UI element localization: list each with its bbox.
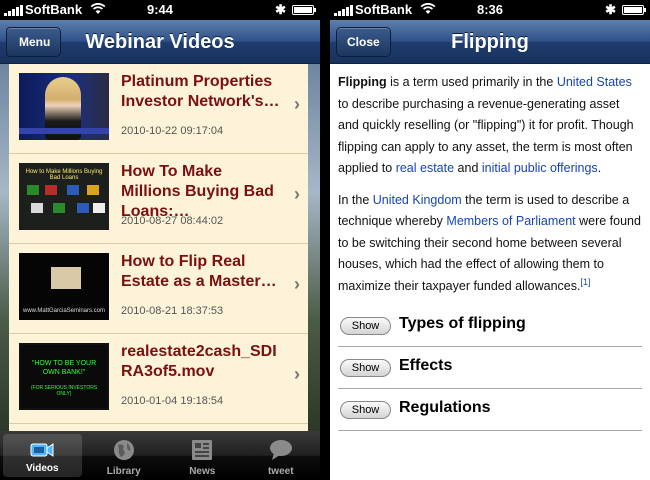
section-title: Regulations — [399, 399, 491, 416]
article-text: is a term used primarily in the — [386, 75, 557, 89]
speech-bubble-icon — [269, 439, 293, 461]
chevron-right-icon: › — [294, 364, 300, 384]
video-camera-icon — [30, 439, 54, 461]
page-title: Webinar Videos — [85, 31, 235, 53]
video-date: 2010-10-22 09:17:04 — [121, 125, 224, 137]
clock: 9:44 — [146, 2, 174, 17]
link-members-of-parliament[interactable]: Members of Parliament — [446, 214, 575, 228]
article-text: and — [454, 161, 482, 175]
tab-label: tweet — [267, 466, 294, 477]
show-button[interactable]: Show — [340, 359, 391, 377]
battery-icon — [622, 5, 646, 15]
chevron-right-icon: › — [294, 274, 300, 294]
chevron-right-icon: › — [294, 184, 300, 204]
status-bar: SoftBank 9:44 ✱ — [0, 0, 320, 20]
video-list: Platinum Properties Investor Network's… … — [9, 64, 308, 431]
video-list-item[interactable]: Platinum Properties Investor Network's… … — [9, 64, 308, 154]
thumbnail-caption: How to Make Millions Buying Bad Loans — [25, 169, 103, 181]
tab-bar: Videos Library News tweet — [0, 431, 320, 480]
section-regulations: Show Regulations — [338, 391, 642, 431]
show-button[interactable]: Show — [340, 317, 391, 335]
video-date: 2010-08-27 08:44:02 — [121, 215, 224, 227]
bluetooth-icon: ✱ — [605, 2, 616, 17]
video-title: How to Flip Real Estate as a Master… — [121, 253, 277, 290]
video-title: realestate2cash_SDIRA3of5.mov — [121, 343, 277, 380]
section-types-of-flipping: Show Types of flipping — [338, 307, 642, 347]
link-united-kingdom[interactable]: United Kingdom — [373, 193, 462, 207]
video-thumbnail: How to Make Millions Buying Bad Loans — [19, 163, 109, 230]
show-button[interactable]: Show — [340, 401, 391, 419]
tab-videos[interactable]: Videos — [3, 434, 82, 477]
section-title: Types of flipping — [399, 315, 526, 332]
thumbnail-caption: www.MattGarciaSeminars.com — [22, 308, 106, 314]
video-list-item[interactable]: www.MattGarciaSeminars.com How to Flip R… — [9, 244, 308, 334]
navigation-bar: Menu Webinar Videos — [0, 20, 320, 64]
reference-link[interactable]: [1] — [580, 276, 590, 286]
article-text: In the — [338, 192, 373, 207]
page-title: Flipping — [451, 31, 529, 53]
tab-label: Library — [106, 466, 141, 477]
video-thumbnail: "HOW TO BE YOUR OWN BANK!" (FOR SERIOUS … — [19, 343, 109, 410]
battery-icon — [292, 5, 316, 15]
article-text: . — [597, 161, 602, 175]
video-date: 2010-08-21 18:37:53 — [121, 305, 224, 317]
thumbnail-subcaption: (FOR SERIOUS INVESTORS ONLY) — [30, 385, 98, 397]
video-title: How To Make Millions Buying Bad Loans:… — [121, 163, 274, 220]
newspaper-icon — [190, 439, 214, 461]
article-term: Flipping — [338, 75, 387, 89]
thumbnail-caption: "HOW TO BE YOUR OWN BANK!" — [31, 360, 97, 376]
tab-label: Videos — [25, 463, 59, 474]
status-bar: SoftBank 8:36 ✱ — [330, 0, 650, 20]
article-paragraph: In the United Kingdom the term is used t… — [338, 190, 642, 298]
video-thumbnail — [19, 73, 109, 140]
link-real-estate[interactable]: real estate — [396, 161, 454, 175]
article-paragraph: Flipping is a term used primarily in the… — [338, 72, 642, 180]
video-list-item[interactable]: How to Make Millions Buying Bad Loans Ho… — [9, 154, 308, 244]
navigation-bar: Close Flipping — [330, 20, 650, 64]
clock: 8:36 — [476, 2, 504, 17]
tab-tweet[interactable]: tweet — [242, 431, 321, 480]
tab-news[interactable]: News — [163, 431, 242, 480]
section-title: Effects — [399, 357, 453, 374]
flipping-article-screen: SoftBank 8:36 ✱ Close Flipping Flipping … — [330, 0, 650, 480]
video-list-item[interactable]: "HOW TO BE YOUR OWN BANK!" (FOR SERIOUS … — [9, 334, 308, 424]
bluetooth-icon: ✱ — [275, 2, 286, 17]
tab-label: News — [189, 466, 216, 477]
section-effects: Show Effects — [338, 349, 642, 389]
tab-library[interactable]: Library — [85, 431, 164, 480]
video-title: Platinum Properties Investor Network's… — [121, 73, 280, 110]
link-initial-public-offerings[interactable]: initial public offerings — [482, 161, 598, 175]
video-thumbnail: www.MattGarciaSeminars.com — [19, 253, 109, 320]
link-united-states[interactable]: United States — [557, 75, 632, 89]
article-body: Flipping is a term used primarily in the… — [330, 64, 650, 480]
globe-icon — [112, 439, 136, 461]
video-date: 2010-01-04 19:18:54 — [121, 395, 224, 407]
webinar-videos-screen: SoftBank 9:44 ✱ Menu Webinar Videos Plat… — [0, 0, 320, 480]
chevron-right-icon: › — [294, 94, 300, 114]
